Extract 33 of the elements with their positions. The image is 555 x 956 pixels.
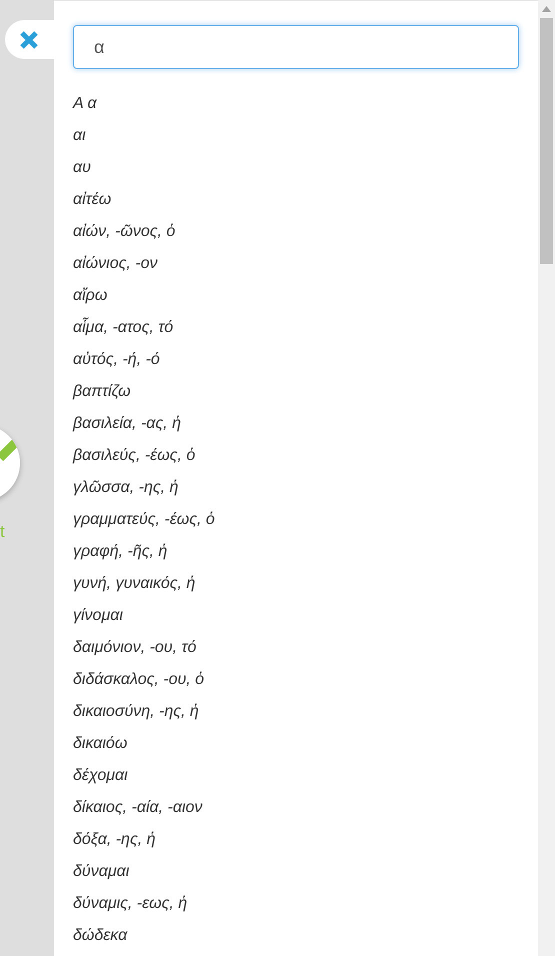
- word-entry[interactable]: δικαιοσύνη, -ης, ἡ: [73, 702, 199, 722]
- word-entry[interactable]: διδάσκαλος, -ου, ὁ: [73, 670, 204, 690]
- side-label: t: [0, 522, 5, 542]
- word-entry[interactable]: δόξα, -ης, ἡ: [73, 830, 156, 850]
- word-entry[interactable]: αυ: [73, 158, 91, 178]
- close-icon: [19, 30, 39, 50]
- word-entry[interactable]: γραμματεύς, -έως, ὁ: [73, 510, 215, 530]
- scroll-up-icon[interactable]: [542, 6, 551, 12]
- word-entry[interactable]: γραφή, -ῆς, ἡ: [73, 542, 168, 562]
- word-entry[interactable]: βασιλεύς, -έως, ὁ: [73, 446, 196, 466]
- word-entry[interactable]: βασιλεία, -ας, ἡ: [73, 414, 181, 434]
- word-entry[interactable]: γίνομαι: [73, 606, 123, 626]
- word-entry[interactable]: αὐτός, -ή, -ό: [73, 350, 160, 370]
- search-field[interactable]: α: [73, 25, 519, 69]
- word-entry[interactable]: αἴρω: [73, 286, 108, 306]
- word-entry[interactable]: γλῶσσα, -ης, ἡ: [73, 478, 178, 498]
- word-entry[interactable]: δώδεκα: [73, 926, 128, 946]
- word-entry[interactable]: δικαιόω: [73, 734, 128, 754]
- word-entry[interactable]: δύναμαι: [73, 862, 130, 882]
- word-entry[interactable]: βαπτίζω: [73, 382, 131, 402]
- word-entry[interactable]: δύναμις, -εως, ἡ: [73, 894, 188, 914]
- scrollbar-thumb[interactable]: [540, 18, 553, 264]
- word-entry[interactable]: αἰτέω: [73, 190, 112, 210]
- word-entry[interactable]: αἰώνιος, -ον: [73, 254, 158, 274]
- word-entry[interactable]: Α α: [73, 94, 97, 114]
- word-entry[interactable]: αἷμα, -ατος, τό: [73, 318, 174, 338]
- word-entry[interactable]: δέχομαι: [73, 766, 128, 786]
- word-entry[interactable]: δίκαιος, -αία, -αιον: [73, 798, 202, 818]
- word-entry[interactable]: δαιμόνιον, -ου, τό: [73, 638, 196, 658]
- close-button[interactable]: [5, 20, 54, 59]
- word-entry[interactable]: αι: [73, 126, 86, 146]
- word-entry[interactable]: γυνή, γυναικός, ἡ: [73, 574, 196, 594]
- word-entry[interactable]: αἰών, -ῶνος, ὁ: [73, 222, 176, 242]
